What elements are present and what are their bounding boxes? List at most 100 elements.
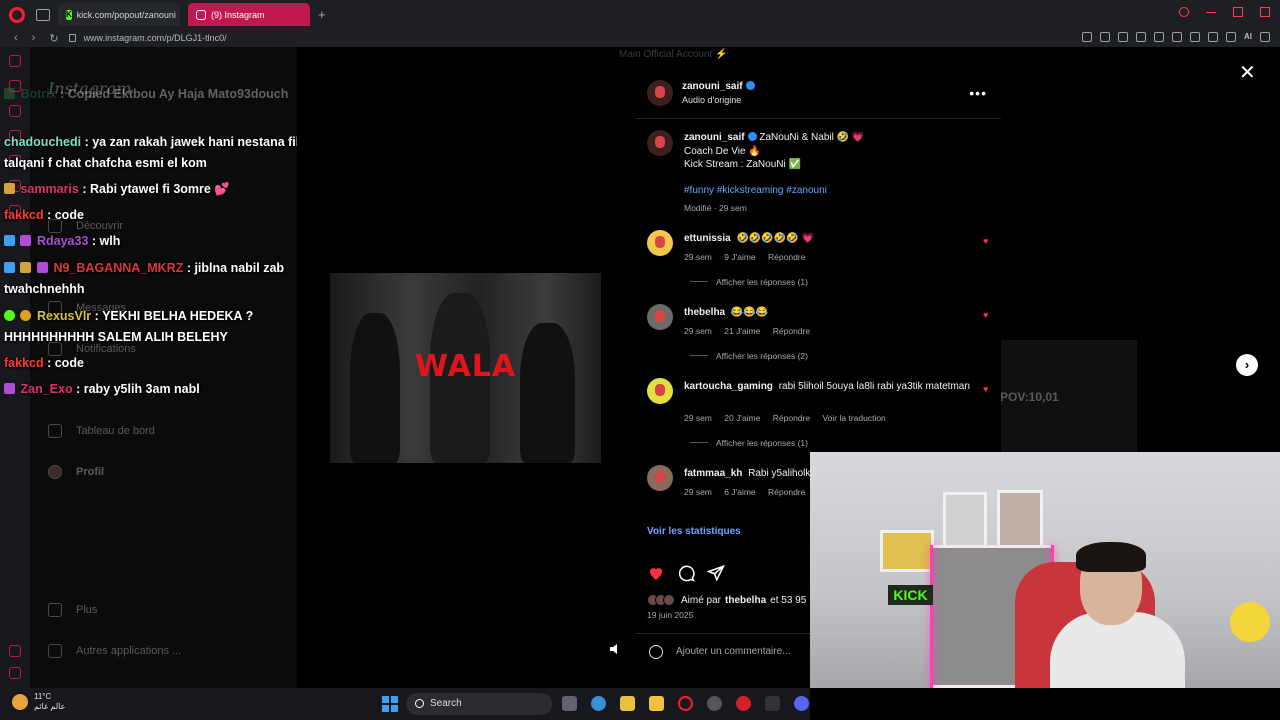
comment-username[interactable]: fatmmaa_kh [684, 468, 742, 479]
minimize-icon[interactable] [1206, 7, 1216, 13]
comment-username[interactable]: kartoucha_gaming [684, 381, 773, 392]
valorant-icon[interactable] [736, 696, 751, 711]
bg-reel-thumbnail[interactable]: POV:10,01 [1000, 340, 1137, 452]
wallet-icon[interactable] [1208, 32, 1218, 42]
streamer-webcam: KICK [810, 452, 1280, 688]
hamburger-icon [48, 603, 62, 617]
opera-logo-icon[interactable] [9, 6, 25, 23]
epic-icon[interactable] [765, 696, 780, 711]
window-controls [1179, 7, 1270, 17]
extension-icon[interactable] [1136, 32, 1146, 42]
comment-username[interactable]: thebelha [684, 307, 725, 318]
caption-author-avatar[interactable] [647, 130, 673, 156]
caption-hashtags[interactable]: #funny #kickstreaming #zanouni [684, 185, 827, 196]
sidebar-aria-icon[interactable] [9, 55, 21, 67]
nav-profile[interactable]: Profil [48, 465, 104, 479]
comment-likes[interactable]: 6 J'aime [724, 487, 755, 497]
sidebar-more-icon[interactable] [9, 667, 21, 679]
url-field[interactable]: www.instagram.com/p/DLGJ1-tlnc0/ [84, 33, 227, 43]
ai-button[interactable]: AI [1244, 32, 1252, 42]
file-explorer-icon[interactable] [649, 696, 664, 711]
comment-meta: 29 sem 20 J'aime Répondre Voir la traduc… [684, 413, 886, 423]
tab-search-icon[interactable] [1179, 7, 1189, 17]
snapshot-icon[interactable] [1118, 32, 1128, 42]
reload-icon[interactable]: ↻ [49, 32, 58, 45]
download-icon[interactable] [1226, 32, 1236, 42]
liked-by-prefix: Aimé par [681, 594, 722, 606]
forward-icon[interactable]: › [32, 32, 36, 44]
maximize-icon[interactable] [1233, 7, 1243, 17]
tab-island-icon[interactable] [36, 8, 50, 21]
author-avatar[interactable] [647, 80, 673, 106]
new-tab-icon[interactable]: + [318, 7, 326, 22]
mute-speaker-icon[interactable] [609, 643, 623, 655]
comment-reply-button[interactable]: Répondre [768, 487, 805, 497]
video-popout-icon[interactable] [1154, 32, 1164, 42]
show-replies-button[interactable]: Afficher les réponses (1) [690, 438, 808, 448]
comment-avatar[interactable] [647, 304, 673, 330]
show-replies-button[interactable]: Afficher les réponses (1) [690, 277, 808, 287]
window-close-icon[interactable] [1260, 7, 1270, 17]
reel-video[interactable]: WALA [330, 273, 601, 463]
author-username[interactable]: zanouni_saif [682, 81, 755, 92]
comment-avatar[interactable] [647, 465, 673, 491]
tab-kick[interactable]: K kick.com/popout/zanouni [58, 3, 180, 26]
nav-more[interactable]: Plus [48, 603, 97, 617]
comment-like-heart-icon[interactable]: ♥ [983, 237, 991, 246]
comment-like-heart-icon[interactable]: ♥ [983, 385, 991, 394]
comment-reply-button[interactable]: Répondre [773, 326, 810, 336]
liked-by-count[interactable]: et 53 95 [770, 595, 806, 606]
task-view-icon[interactable] [562, 696, 577, 711]
store-icon[interactable] [620, 696, 635, 711]
chat-message: Zan_Exo : raby y5lih 3am nabl [4, 379, 344, 400]
copilot-icon[interactable] [591, 696, 606, 711]
comment-username[interactable]: ettunissia [684, 233, 731, 244]
tab-kick-label: kick.com/popout/zanouni [76, 9, 176, 20]
settings-icon[interactable] [707, 696, 722, 711]
nav-other-apps[interactable]: Autres applications ... [48, 644, 181, 658]
caption-username[interactable]: zanouni_saif [684, 132, 745, 143]
next-post-arrow-icon[interactable]: › [1236, 354, 1258, 376]
tab-instagram[interactable]: (9) Instagram [188, 3, 310, 26]
emoji-icon[interactable] [649, 645, 663, 659]
chat-message: sammaris : Rabi ytawel fi 3omre 💕 [4, 179, 344, 200]
easy-setup-icon[interactable] [1190, 32, 1200, 42]
close-modal-icon[interactable]: ✕ [1239, 60, 1256, 85]
chat-username: chadouchedi [4, 135, 82, 149]
comment-avatar[interactable] [647, 230, 673, 256]
nav-dashboard[interactable]: Tableau de bord [48, 424, 155, 438]
show-replies-button[interactable]: Afficher les réponses (2) [690, 351, 808, 361]
comment-icon[interactable] [677, 564, 695, 582]
opera-gx-icon[interactable] [678, 696, 693, 711]
zoom-icon[interactable] [1082, 32, 1092, 42]
bookmark-icon[interactable] [1172, 32, 1182, 42]
comment-reply-button[interactable]: Répondre [773, 413, 810, 423]
discord-icon[interactable] [794, 696, 809, 711]
weather-widget[interactable]: 11°C عالم غائم [12, 692, 65, 712]
liked-by-user[interactable]: thebelha [725, 595, 766, 606]
view-insights-link[interactable]: Voir les statistiques [647, 526, 741, 537]
sidebar-whatsapp-icon[interactable] [9, 105, 21, 117]
webcam-poster [997, 490, 1043, 548]
caption-line: zanouni_saif ZaNouNi & Nabil 🤣 💗 [684, 132, 864, 143]
like-heart-icon[interactable] [647, 564, 665, 582]
pin-icon[interactable] [1100, 32, 1110, 42]
comment-input[interactable]: Ajouter un commentaire... [676, 646, 791, 657]
windows-start-icon[interactable] [382, 696, 398, 712]
comment-reply-button[interactable]: Répondre [768, 252, 805, 262]
taskbar-search[interactable]: Search [406, 693, 552, 715]
comment-likes[interactable]: 21 J'aime [724, 326, 760, 336]
share-icon[interactable] [707, 564, 725, 582]
comment-likes[interactable]: 9 J'aime [724, 252, 755, 262]
more-options-icon[interactable]: ••• [969, 85, 987, 101]
comment-avatar[interactable] [647, 378, 673, 404]
back-icon[interactable]: ‹ [14, 32, 18, 44]
translate-link[interactable]: Voir la traduction [822, 413, 885, 423]
comment-text: fatmmaa_kh Rabi y5aliholk [684, 468, 810, 479]
audio-label[interactable]: Audio d'origine [682, 95, 741, 105]
comment-likes[interactable]: 20 J'aime [724, 413, 760, 423]
sidebar-gx-icon[interactable] [9, 645, 21, 657]
menu-icon[interactable] [1260, 32, 1270, 42]
comment-text: thebelha 😂😂😂 [684, 307, 974, 318]
comment-like-heart-icon[interactable]: ♥ [983, 311, 991, 320]
